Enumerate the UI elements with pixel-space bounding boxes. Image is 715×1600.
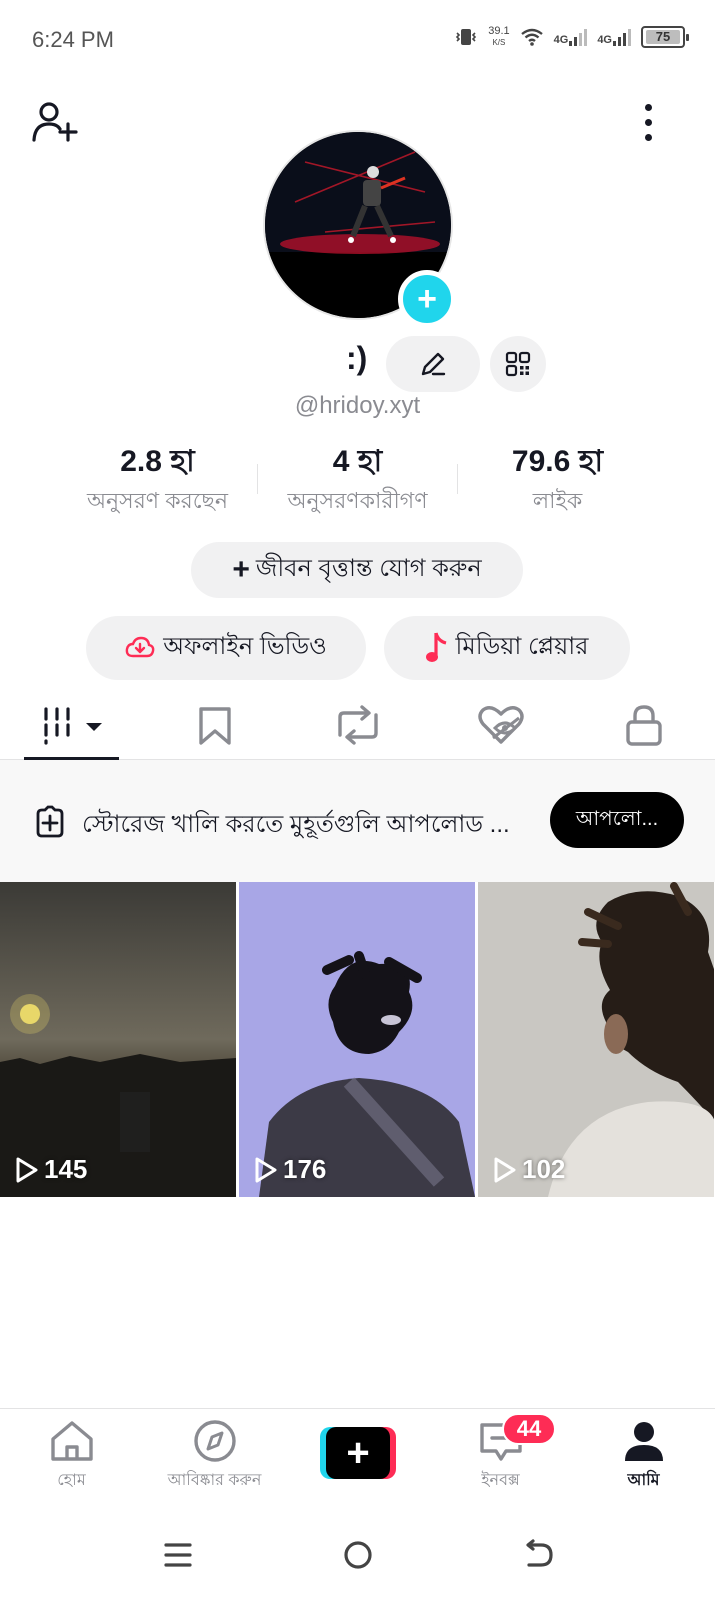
play-icon <box>494 1157 516 1182</box>
nickname: :) <box>346 340 368 376</box>
video-thumbnail[interactable]: 176 <box>239 882 475 1197</box>
nav-inbox-label: ইনবক্স <box>481 1472 520 1489</box>
stat-value: 4 হা <box>332 445 383 478</box>
lock-icon <box>625 705 662 746</box>
video-thumbnail[interactable]: 102 <box>478 882 714 1197</box>
bookmark-icon <box>198 707 231 745</box>
cloud-download-icon <box>125 636 155 658</box>
tab-videos[interactable] <box>0 690 143 761</box>
add-user-icon <box>32 102 78 142</box>
upload-plus-icon <box>36 805 64 838</box>
status-icons: 39.1 K/S 4G 4G 75 <box>454 25 689 48</box>
edit-profile-button[interactable] <box>386 336 480 392</box>
view-count: 145 <box>14 1154 87 1185</box>
stat-followers[interactable]: 4 হা অনুসরণকারীগণ <box>270 444 445 521</box>
sim1-signal: 4G <box>554 28 588 46</box>
nav-home-label: হোম <box>57 1472 86 1489</box>
net-speed: 39.1 K/S <box>488 25 510 48</box>
nav-me-label: আমি <box>627 1472 660 1489</box>
qr-code-icon <box>505 351 531 377</box>
plus-icon: + <box>417 280 437 318</box>
sim2-signal: 4G <box>597 28 631 46</box>
inbox-badge: 44 <box>502 1413 556 1445</box>
back-system-button[interactable] <box>508 1532 568 1578</box>
tab-favorites[interactable] <box>143 690 286 760</box>
play-icon <box>16 1157 38 1182</box>
play-icon <box>255 1157 277 1182</box>
video-thumbnail-image <box>478 882 714 1197</box>
nav-me[interactable]: আমি <box>572 1419 715 1494</box>
video-thumbnail[interactable]: 145 <box>0 882 236 1197</box>
compass-icon <box>193 1420 236 1462</box>
plus-icon: + <box>232 553 250 586</box>
home-icon <box>50 1421 93 1461</box>
add-friend-button[interactable] <box>32 100 80 144</box>
stat-value: 2.8 হা <box>120 445 195 478</box>
home-system-button[interactable] <box>328 1532 388 1578</box>
more-dot-icon <box>644 133 652 141</box>
back-arrow-icon <box>526 1539 553 1567</box>
stat-label: অনুসরণ করছেন <box>86 488 229 513</box>
stat-label: লাইক <box>532 488 583 513</box>
video-thumbnail-image <box>239 882 475 1197</box>
video-thumbnail-image <box>0 882 236 1197</box>
stat-likes[interactable]: 79.6 হা লাইক <box>470 444 645 521</box>
video-grid: 145 176 102 <box>0 882 715 1197</box>
tab-reposts[interactable] <box>286 690 429 760</box>
stat-label: অনুসরণকারীগণ <box>287 488 428 513</box>
offline-videos-label: অফলাইন ভিডিও <box>163 633 327 660</box>
media-player-label: মিডিয়া প্লেয়ার <box>455 633 589 660</box>
music-note-icon <box>425 632 446 662</box>
profile-stats: 2.8 হা অনুসরণ করছেন 4 হা অনুসরণকারীগণ 79… <box>0 444 715 524</box>
stat-value: 79.6 হা <box>511 445 604 478</box>
pencil-icon <box>421 352 446 376</box>
avatar-add-button[interactable]: + <box>398 270 456 328</box>
add-bio-label: জীবন বৃত্তান্ত যোগ করুন <box>255 555 482 582</box>
bottom-nav: হোম আবিষ্কার করুন + ইনবক্স 44 আমি <box>0 1408 715 1508</box>
name-row: :) <box>0 336 715 392</box>
create-button[interactable]: + <box>320 1427 396 1479</box>
wifi-icon <box>520 28 543 46</box>
stat-divider <box>457 464 458 494</box>
more-dot-icon <box>644 118 652 126</box>
hidden-heart-icon <box>477 706 524 744</box>
nav-home[interactable]: হোম <box>0 1419 143 1494</box>
vibrate-icon <box>456 29 477 45</box>
status-time: 6:24 PM <box>32 27 114 52</box>
username: @hridoy.xyt <box>294 392 421 419</box>
nav-discover[interactable]: আবিষ্কার করুন <box>143 1419 286 1494</box>
view-count: 176 <box>253 1154 326 1185</box>
add-bio-button[interactable]: + জীবন বৃত্তান্ত যোগ করুন <box>191 542 523 598</box>
qr-code-button[interactable] <box>490 336 546 392</box>
stat-divider <box>257 464 258 494</box>
upload-banner: স্টোরেজ খালি করতে মুহূর্তগুলি আপলোড ... … <box>0 760 715 882</box>
more-dot-icon <box>644 103 652 111</box>
upload-banner-text: স্টোরেজ খালি করতে মুহূর্তগুলি আপলোড ... <box>82 811 510 838</box>
circle-home-icon <box>344 1541 372 1569</box>
system-navigation-bar <box>0 1510 715 1600</box>
battery-icon: 75 <box>641 26 689 48</box>
repost-icon <box>337 705 378 745</box>
view-count: 102 <box>492 1154 565 1185</box>
status-bar: 6:24 PM 39.1 K/S 4G 4G 75 <box>0 0 715 80</box>
upload-button[interactable]: আপলো... <box>550 792 684 848</box>
offline-videos-button[interactable]: অফলাইন ভিডিও <box>86 616 366 680</box>
profile-tabs <box>0 690 715 761</box>
recent-apps-button[interactable] <box>148 1532 208 1578</box>
profile-icon <box>624 1422 663 1461</box>
menu-icon <box>164 1543 192 1567</box>
media-player-button[interactable]: মিডিয়া প্লেয়ার <box>384 616 630 680</box>
stat-following[interactable]: 2.8 হা অনুসরণ করছেন <box>70 444 245 521</box>
plus-icon: + <box>326 1427 390 1479</box>
videos-grid-icon <box>43 707 102 745</box>
more-options-button[interactable] <box>636 100 660 144</box>
nav-discover-label: আবিষ্কার করুন <box>167 1472 262 1489</box>
tab-private[interactable] <box>572 690 715 760</box>
tab-liked[interactable] <box>429 690 572 760</box>
